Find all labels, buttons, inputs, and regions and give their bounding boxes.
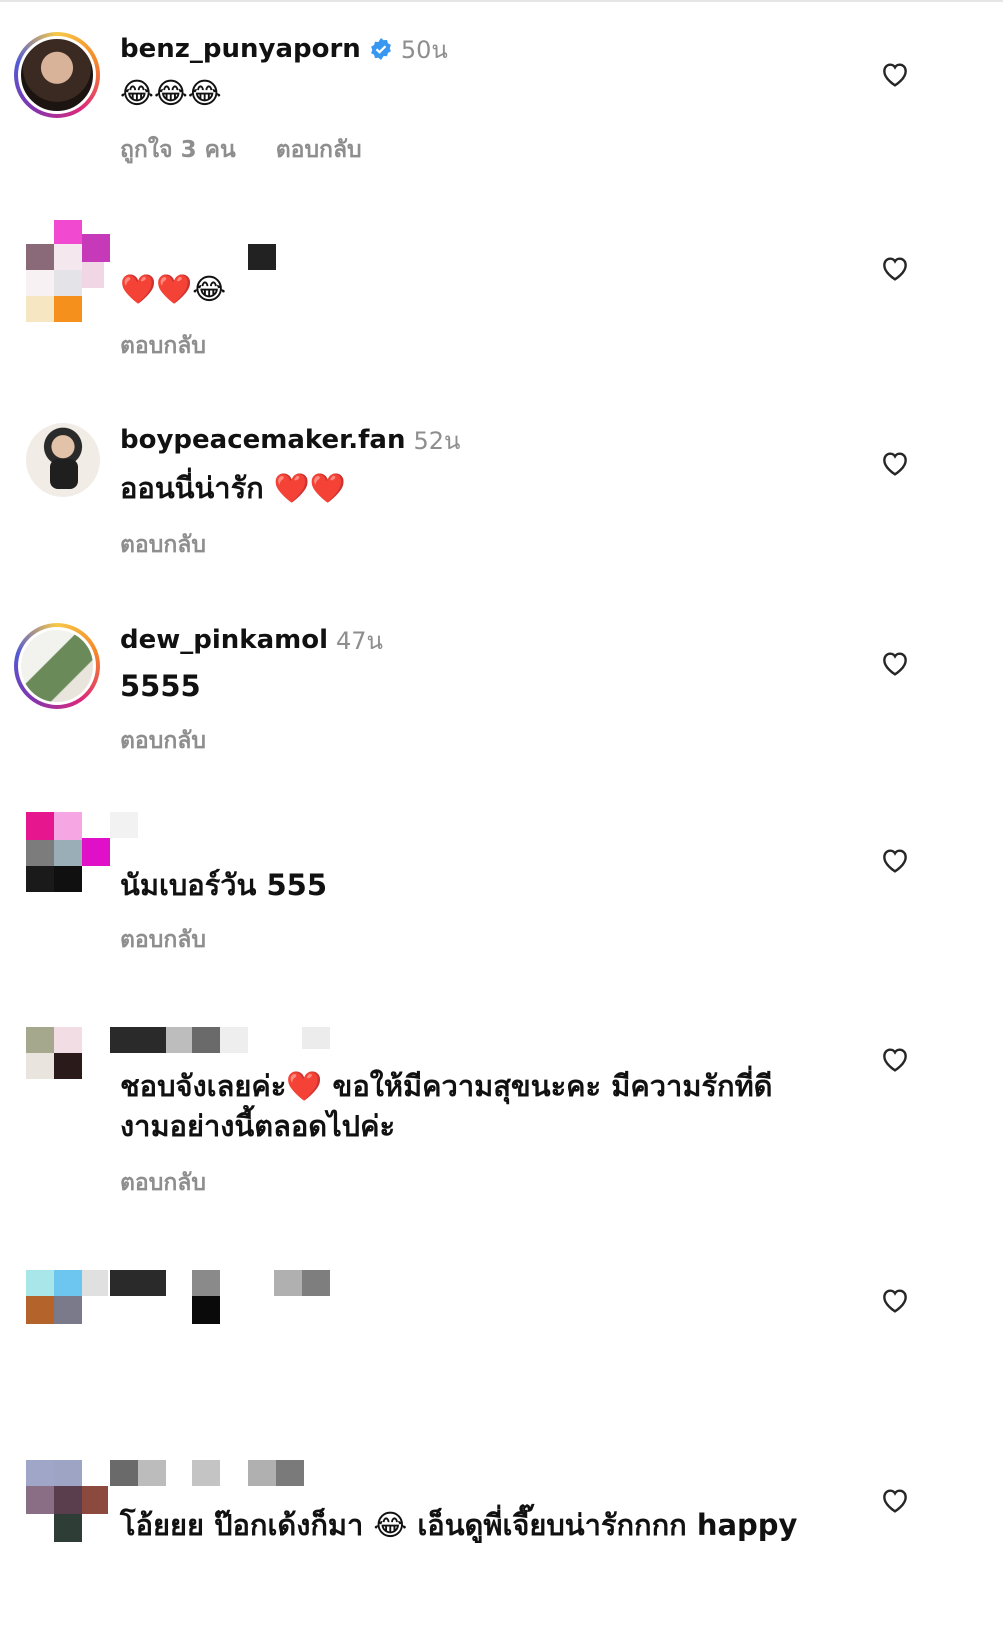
redacted-username-block [192, 1270, 220, 1296]
reply-button[interactable]: ตอบกลับ [120, 1165, 206, 1201]
comment-text: 😂😂😂 [120, 76, 222, 110]
comment-time: 50น [400, 35, 448, 64]
heart-outline-icon[interactable] [878, 252, 912, 284]
heart-outline-icon[interactable] [878, 447, 912, 479]
redacted-username-block [110, 1270, 166, 1296]
heart-outline-icon[interactable] [878, 647, 912, 679]
avatar[interactable] [26, 1270, 114, 1380]
username[interactable]: boypeacemaker.fan [120, 425, 405, 455]
heart-outline-icon[interactable] [878, 1284, 912, 1316]
likes-count-link[interactable]: ถูกใจ 3 คน [120, 132, 236, 168]
reply-button[interactable]: ตอบกลับ [276, 132, 362, 168]
verified-badge-icon [370, 38, 391, 60]
redacted-username-block [192, 1296, 220, 1324]
redacted-username-block [248, 1460, 276, 1486]
redacted-username-block [248, 244, 276, 270]
comment-text: โอ้ยยย ป๊อกเด้งก็มา 😂 เอ็นดูพี่เจี๊ยบน่า… [120, 1508, 798, 1542]
username[interactable]: benz_punyaporn [120, 34, 361, 64]
avatar[interactable] [26, 1460, 114, 1570]
avatar[interactable] [26, 214, 114, 324]
comment-text: นัมเบอร์วัน 555 [120, 868, 327, 902]
redacted-username-block [138, 1460, 166, 1486]
comment-time: 47น [336, 626, 383, 655]
redacted-username-block [192, 1027, 220, 1053]
redacted-username-block [192, 1460, 220, 1486]
redacted-username-block [302, 1270, 330, 1296]
avatar[interactable] [14, 623, 100, 709]
redacted-username-block [110, 812, 138, 838]
avatar[interactable] [26, 810, 114, 920]
reply-button[interactable]: ตอบกลับ [120, 527, 206, 563]
username[interactable]: dew_pinkamol [120, 625, 328, 655]
redacted-username-block [302, 1027, 330, 1049]
avatar[interactable] [14, 32, 100, 118]
redacted-username-block [166, 1027, 192, 1053]
comment-text-line: ชอบจังเลยค่ะ❤️ ขอให้มีความสุขนะคะ มีความ… [120, 1069, 773, 1103]
avatar[interactable] [26, 423, 100, 497]
redacted-username-block [274, 1270, 302, 1296]
top-divider [0, 0, 1003, 2]
heart-outline-icon[interactable] [878, 1484, 912, 1516]
heart-outline-icon[interactable] [878, 844, 912, 876]
avatar[interactable] [26, 1025, 114, 1135]
redacted-username-block [276, 1460, 304, 1486]
reply-button[interactable]: ตอบกลับ [120, 723, 206, 759]
redacted-username-block [110, 1460, 138, 1486]
comment-text: 5555 [120, 669, 201, 703]
heart-outline-icon[interactable] [878, 1043, 912, 1075]
comment-text-line: งามอย่างนี้ตลอดไปค่ะ [120, 1109, 396, 1143]
redacted-username-block [220, 1027, 248, 1053]
comment-text: ❤️❤️😂 [120, 272, 227, 306]
reply-button[interactable]: ตอบกลับ [120, 922, 206, 958]
heart-outline-icon[interactable] [878, 58, 912, 90]
comment-time: 52น [413, 426, 461, 455]
reply-button[interactable]: ตอบกลับ [120, 328, 206, 364]
comment-text: ออนนี่น่ารัก ❤️❤️ [120, 471, 347, 505]
redacted-username-block [110, 1027, 166, 1053]
